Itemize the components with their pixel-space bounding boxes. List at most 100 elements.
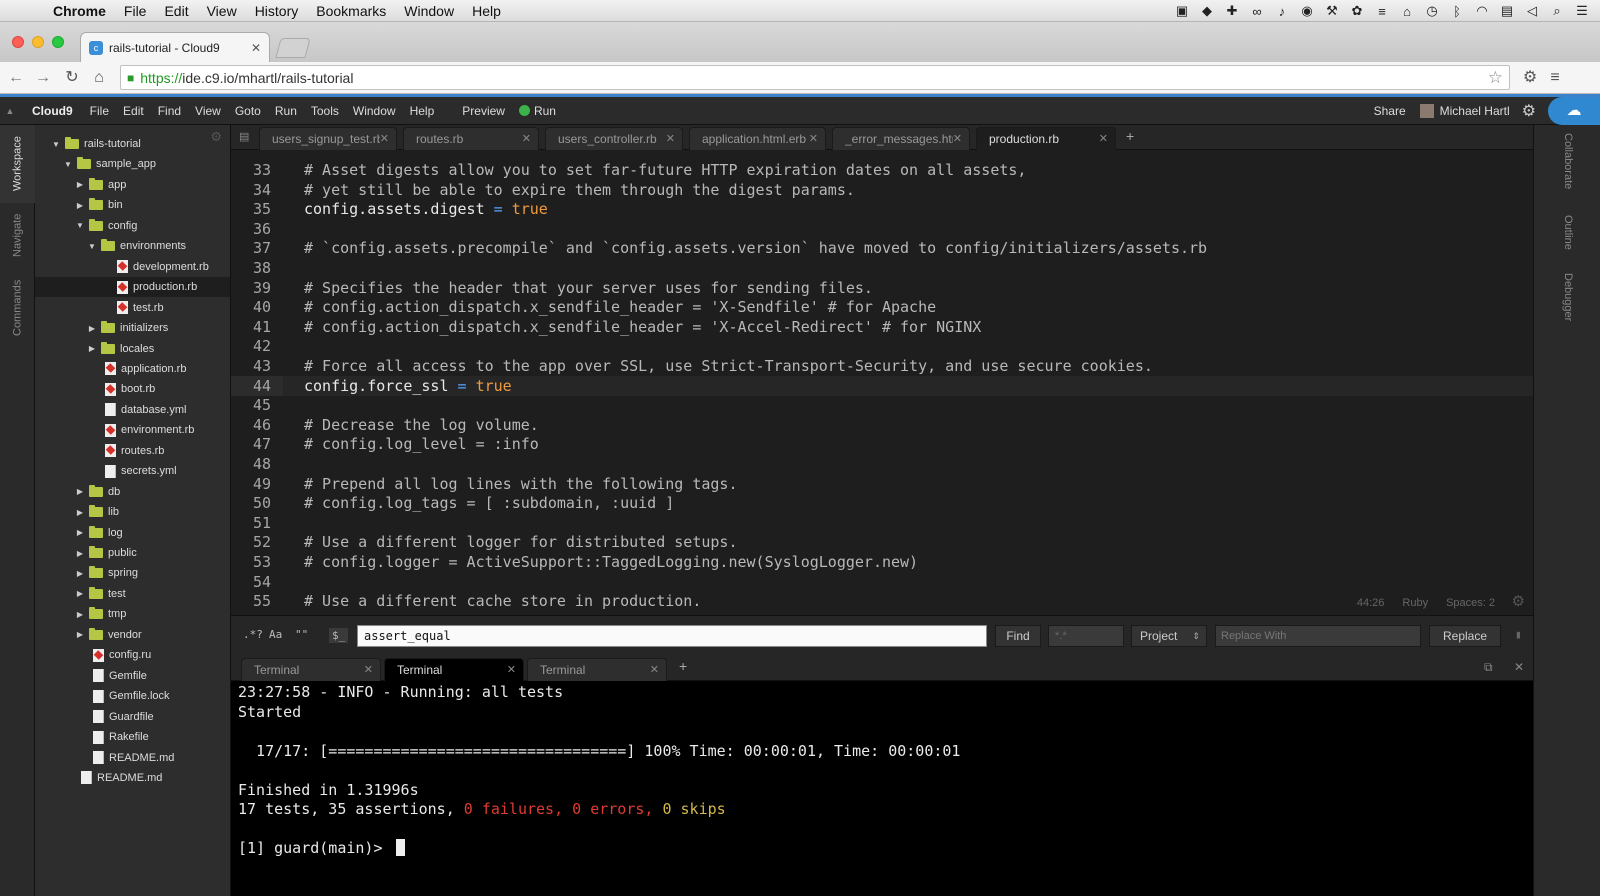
- editor-tab[interactable]: _error_messages.html.erb✕: [832, 127, 970, 150]
- address-bar[interactable]: ■ https://ide.c9.io/mhartl/rails-tutoria…: [120, 65, 1510, 90]
- tree-folder[interactable]: ▶ db: [35, 482, 230, 502]
- spotlight-search-icon[interactable]: ⌕: [1549, 3, 1565, 19]
- c9-menu-view[interactable]: View: [188, 104, 228, 118]
- terminal-tab[interactable]: Terminal ✕: [527, 658, 667, 681]
- findbar-close-icon[interactable]: ▮: [1515, 628, 1522, 641]
- new-tab-button[interactable]: [275, 38, 311, 58]
- close-tab-icon[interactable]: ✕: [251, 41, 261, 55]
- new-terminal-plus-icon[interactable]: +: [679, 658, 687, 674]
- collapsed-arrow-icon[interactable]: ▶: [87, 344, 97, 353]
- close-tab-icon[interactable]: ✕: [650, 663, 659, 676]
- tree-file[interactable]: environment.rb: [35, 420, 230, 440]
- c9-menu-edit[interactable]: Edit: [116, 104, 151, 118]
- c9-menu-tools[interactable]: Tools: [304, 104, 346, 118]
- mac-menu-bookmarks[interactable]: Bookmarks: [307, 3, 395, 19]
- c9-menu-file[interactable]: File: [83, 104, 116, 118]
- tree-file[interactable]: development.rb: [35, 257, 230, 277]
- browser-tab[interactable]: c rails-tutorial - Cloud9 ✕: [80, 32, 270, 62]
- disk-icon[interactable]: ◉: [1299, 3, 1315, 19]
- tree-file[interactable]: Gemfile: [35, 666, 230, 686]
- tab-list-menu-icon[interactable]: ▤: [239, 130, 249, 143]
- tree-folder[interactable]: ▶ spring: [35, 563, 230, 583]
- user-name[interactable]: Michael Hartl: [1440, 104, 1510, 118]
- paw-icon[interactable]: ✿: [1349, 3, 1365, 19]
- tree-folder[interactable]: ▶ lib: [35, 502, 230, 522]
- editor-tab[interactable]: users_controller.rb ✕: [545, 127, 683, 150]
- regex-toggle[interactable]: .*?: [243, 628, 263, 641]
- editor-tab[interactable]: users_signup_test.rb ✕: [259, 127, 397, 150]
- link-icon[interactable]: ∞: [1249, 4, 1265, 19]
- tree-folder[interactable]: ▶ bin: [35, 195, 230, 215]
- tab-commands[interactable]: Commands: [0, 273, 35, 343]
- tree-folder[interactable]: ▶ app: [35, 175, 230, 195]
- cloud9-brand-menu[interactable]: Cloud9: [20, 104, 83, 118]
- tree-file[interactable]: Gemfile.lock: [35, 686, 230, 706]
- collapse-arrow-icon[interactable]: ▲: [0, 106, 20, 116]
- tree-file[interactable]: secrets.yml: [35, 461, 230, 481]
- run-button[interactable]: Run: [512, 104, 563, 118]
- collapsed-arrow-icon[interactable]: ▶: [75, 549, 85, 558]
- expanded-arrow-icon[interactable]: ▼: [87, 242, 97, 251]
- avatar[interactable]: [1419, 104, 1434, 118]
- editor-tab[interactable]: routes.rb ✕: [403, 127, 539, 150]
- tree-file[interactable]: database.yml: [35, 400, 230, 420]
- wifi-icon[interactable]: ◠: [1474, 3, 1490, 19]
- chrome-menu-icon[interactable]: ≡: [1545, 68, 1565, 88]
- tree-file[interactable]: Rakefile: [35, 727, 230, 747]
- collapsed-arrow-icon[interactable]: ▶: [75, 528, 85, 537]
- preview-button[interactable]: Preview: [455, 104, 512, 118]
- tree-file[interactable]: routes.rb: [35, 441, 230, 461]
- case-sensitive-toggle[interactable]: Aa: [269, 628, 282, 641]
- share-button[interactable]: Share: [1360, 104, 1420, 118]
- mac-menu-edit[interactable]: Edit: [155, 3, 197, 19]
- home-button-icon[interactable]: ⌂: [89, 68, 109, 88]
- tree-folder[interactable]: ▶ initializers: [35, 318, 230, 338]
- close-tab-icon[interactable]: ✕: [809, 132, 818, 145]
- close-window-button[interactable]: [12, 36, 24, 48]
- tree-folder[interactable]: ▼ sample_app: [35, 154, 230, 174]
- extension-gear-icon[interactable]: ⚙: [1520, 68, 1540, 88]
- bars-icon[interactable]: ≡: [1374, 4, 1390, 19]
- expanded-arrow-icon[interactable]: ▼: [63, 160, 73, 169]
- language-mode[interactable]: Ruby: [1402, 597, 1428, 609]
- mac-app-menu[interactable]: Chrome: [44, 3, 115, 19]
- zoom-window-button[interactable]: [52, 36, 64, 48]
- tree-file[interactable]: README.md: [35, 748, 230, 768]
- collapsed-arrow-icon[interactable]: ▶: [75, 589, 85, 598]
- close-tab-icon[interactable]: ✕: [953, 132, 962, 145]
- c9-menu-window[interactable]: Window: [346, 104, 403, 118]
- expanded-arrow-icon[interactable]: ▼: [51, 140, 61, 149]
- collapsed-arrow-icon[interactable]: ▶: [75, 630, 85, 639]
- tree-folder[interactable]: ▶ public: [35, 543, 230, 563]
- tree-file[interactable]: config.ru: [35, 645, 230, 665]
- tree-folder[interactable]: ▶ locales: [35, 339, 230, 359]
- plus-extension-icon[interactable]: ✚: [1224, 3, 1240, 19]
- maximize-panel-icon[interactable]: ⧉: [1484, 660, 1493, 675]
- mac-menu-file[interactable]: File: [115, 3, 156, 19]
- editor-settings-gear-icon[interactable]: ⚙: [1512, 592, 1525, 610]
- bluetooth-icon[interactable]: ᛒ: [1449, 4, 1465, 19]
- replace-button[interactable]: Replace: [1429, 625, 1501, 647]
- code-editor[interactable]: 33 34 35 36 37 38 39 40 41 42 43 44 45 46 47 48 49 50 51 52…: [231, 150, 1533, 615]
- editor-tab[interactable]: application.html.erb ✕: [689, 127, 826, 150]
- collapsed-arrow-icon[interactable]: ▶: [75, 569, 85, 578]
- console-toggle[interactable]: $_: [329, 628, 349, 643]
- tree-folder[interactable]: ▶ log: [35, 523, 230, 543]
- c9-menu-run[interactable]: Run: [268, 104, 304, 118]
- close-tab-icon[interactable]: ✕: [364, 663, 373, 676]
- close-tab-icon[interactable]: ✕: [507, 663, 516, 676]
- display-icon[interactable]: ▤: [1499, 3, 1515, 19]
- collapsed-arrow-icon[interactable]: ▶: [75, 180, 85, 189]
- tree-folder[interactable]: ▶ vendor: [35, 625, 230, 645]
- c9-menu-goto[interactable]: Goto: [228, 104, 268, 118]
- new-editor-tab-plus-icon[interactable]: +: [1126, 128, 1134, 144]
- mac-menu-history[interactable]: History: [246, 3, 308, 19]
- time-machine-icon[interactable]: ◷: [1424, 3, 1440, 19]
- bookmark-star-icon[interactable]: ☆: [1488, 68, 1503, 88]
- cloud9-cloud-icon[interactable]: ☁: [1548, 97, 1600, 125]
- close-panel-icon[interactable]: ✕: [1514, 660, 1524, 674]
- collapsed-arrow-icon[interactable]: ▶: [75, 508, 85, 517]
- tree-file[interactable]: application.rb: [35, 359, 230, 379]
- home-icon[interactable]: ⌂: [1399, 4, 1415, 19]
- collapsed-arrow-icon[interactable]: ▶: [87, 324, 97, 333]
